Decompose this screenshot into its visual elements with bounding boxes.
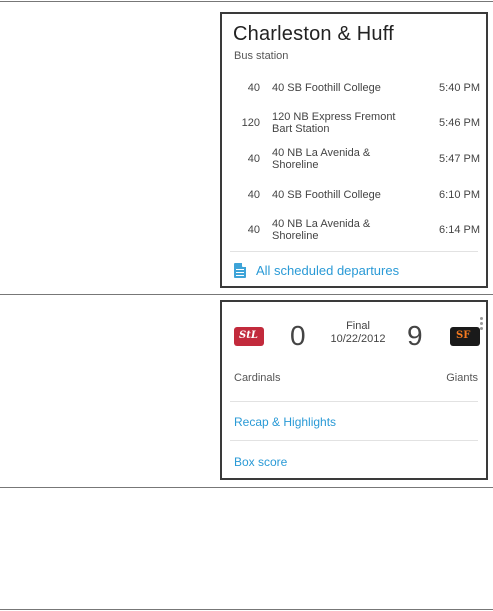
divider-top xyxy=(0,1,493,2)
screen: Charleston & Huff Bus station 40 40 SB F… xyxy=(0,0,493,611)
recap-highlights-link[interactable]: Recap & Highlights xyxy=(234,415,336,429)
game-date: 10/22/2012 xyxy=(330,333,386,345)
cardinals-logo-icon xyxy=(234,327,264,346)
route-number: 40 xyxy=(247,224,260,236)
all-departures-link[interactable]: All scheduled departures xyxy=(234,263,399,278)
divider-middle xyxy=(0,294,493,295)
overflow-menu-icon[interactable] xyxy=(480,317,483,330)
card-divider xyxy=(230,440,478,441)
card-divider xyxy=(230,401,478,402)
route-number: 40 xyxy=(247,82,260,94)
route-number: 120 xyxy=(241,117,260,129)
document-icon xyxy=(234,263,246,278)
departure-time: 6:10 PM xyxy=(439,189,480,201)
route-destination: 40 NB La Avenida & Shoreline xyxy=(272,218,371,242)
box-score-link[interactable]: Box score xyxy=(234,455,287,469)
departure-row[interactable]: 40 40 NB La Avenida & Shoreline 6:14 PM xyxy=(232,218,480,242)
departure-time: 5:46 PM xyxy=(439,117,480,129)
game-status: Final 10/22/2012 xyxy=(322,320,394,346)
route-destination: 40 NB La Avenida & Shoreline xyxy=(272,147,371,171)
stop-type: Bus station xyxy=(234,50,289,62)
route-number: 40 xyxy=(247,153,260,165)
route-destination: 40 SB Foothill College xyxy=(272,189,381,201)
giants-logo-icon xyxy=(450,327,480,346)
divider-bottom xyxy=(0,609,493,610)
route-destination: 40 SB Foothill College xyxy=(272,82,381,94)
route-number: 40 xyxy=(247,189,260,201)
game-status-label: Final xyxy=(346,320,370,332)
departure-time: 5:40 PM xyxy=(439,82,480,94)
departure-row[interactable]: 120 120 NB Express Fremont Bart Station … xyxy=(232,111,480,135)
all-departures-label: All scheduled departures xyxy=(256,263,400,278)
home-score: 0 xyxy=(290,320,306,351)
route-destination: 120 NB Express Fremont Bart Station xyxy=(272,111,396,135)
away-score: 9 xyxy=(407,320,423,351)
stop-name: Charleston & Huff xyxy=(233,23,394,45)
sports-card[interactable]: 0 Final 10/22/2012 9 Cardinals Giants Re… xyxy=(220,300,488,480)
divider-lower xyxy=(0,487,493,488)
departure-time: 5:47 PM xyxy=(439,153,480,165)
transit-card[interactable]: Charleston & Huff Bus station 40 40 SB F… xyxy=(220,12,488,288)
departure-time: 6:14 PM xyxy=(439,224,480,236)
away-team-name: Giants xyxy=(446,372,478,384)
home-team-name: Cardinals xyxy=(234,372,281,384)
card-divider xyxy=(230,251,478,252)
departure-row[interactable]: 40 40 NB La Avenida & Shoreline 5:47 PM xyxy=(232,147,480,171)
